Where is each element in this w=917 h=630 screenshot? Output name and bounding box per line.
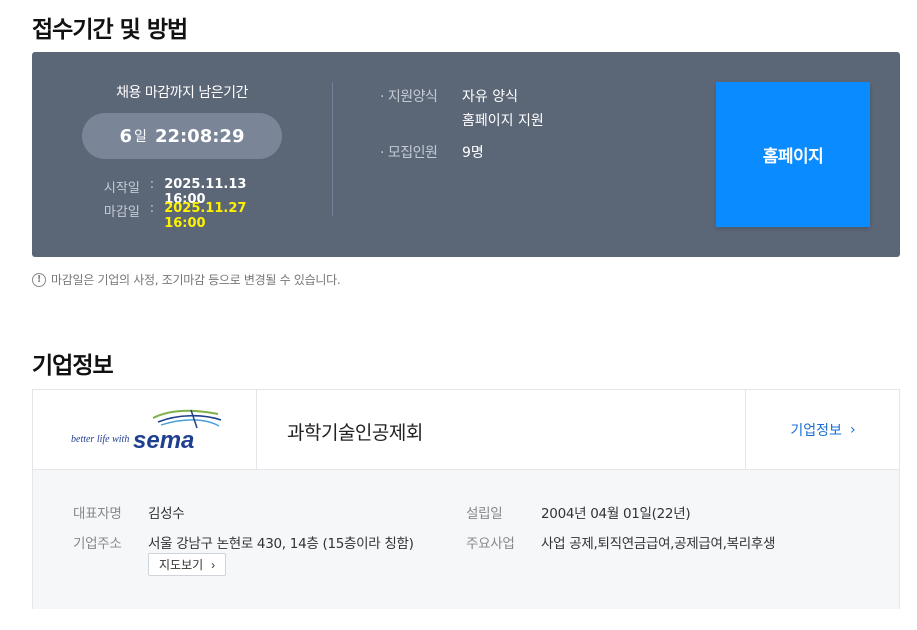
address-row: 기업주소 서울 강남구 논현로 430, 14층 (15층이라 칭함) [73,532,414,552]
founded-label: 설립일 [466,506,503,522]
apply-method-value: 홈페이지 지원 [462,113,544,129]
section-title-application: 접수기간 및 방법 [32,17,188,43]
countdown-days: 6 [119,125,133,147]
company-info-link[interactable]: 기업정보 › [745,390,900,470]
founded-row: 설립일 2004년 04월 01일(22년) [466,502,691,522]
ceo-value: 김성수 [148,506,185,522]
logo-brand: sema [133,427,194,454]
logo-tagline: better life with [71,434,129,445]
section-title-company: 기업정보 [32,353,114,379]
deadline-label: 채용 마감까지 남은기간 [116,85,248,101]
end-date-label: 마감일 [103,205,140,220]
end-date-row: 마감일 : 2025.11.27 16:00 [32,201,332,231]
chevron-right-icon: › [849,422,856,438]
company-info-box: better life with sema 과학기술인공제회 기업정보 › 대표… [32,389,900,609]
openings-row: · 모집인원 9명 [380,141,544,165]
company-info-link-label: 기업정보 [790,423,842,439]
company-details: 대표자명 김성수 기업주소 서울 강남구 논현로 430, 14층 (15층이라… [33,470,899,609]
chevron-right-icon: › [211,557,216,572]
apply-method-value: 자유 양식 [462,89,518,105]
end-date-value: 2025.11.27 16:00 [164,201,247,231]
end-date-colon: : [149,201,155,216]
deadline-notice: ! 마감일은 기업의 사정, 조기마감 등으로 변경될 수 있습니다. [32,271,341,288]
countdown-timer: 6 일 22:08:29 [82,113,282,159]
business-label: 주요사업 [466,536,515,552]
homepage-apply-button[interactable]: 홈페이지 [716,82,870,227]
business-value: 사업 공제,퇴직연금급여,공제급여,복리후생 [541,536,776,552]
info-icon: ! [32,272,46,287]
map-view-button[interactable]: 지도보기 › [148,553,227,576]
countdown-days-unit: 일 [134,129,147,145]
deadline-block: 채용 마감까지 남은기간 6 일 22:08:29 시작일 : 2025.11.… [32,52,332,257]
notice-text: 마감일은 기업의 사정, 조기마감 등으로 변경될 수 있습니다. [51,273,341,287]
ceo-label: 대표자명 [73,506,122,522]
sema-logo-icon: better life with sema [71,409,222,454]
application-panel: 채용 마감까지 남은기간 6 일 22:08:29 시작일 : 2025.11.… [32,52,900,257]
company-header: better life with sema 과학기술인공제회 기업정보 › [33,390,899,470]
company-logo[interactable]: better life with sema [33,390,257,470]
ceo-row: 대표자명 김성수 [73,502,185,522]
apply-info: · 지원양식 자유 양식 홈페이지 지원 · 모집인원 9명 [380,85,544,173]
company-name: 과학기술인공제회 [287,422,423,444]
address-label: 기업주소 [73,536,122,552]
countdown-time: 22:08:29 [154,125,245,147]
openings-value: 9명 [462,145,484,161]
address-value: 서울 강남구 논현로 430, 14층 (15층이라 칭함) [148,536,414,552]
apply-method-row: · 지원양식 자유 양식 홈페이지 지원 [380,85,544,133]
apply-method-label: · 지원양식 [380,89,438,105]
panel-divider [332,82,333,216]
business-row: 주요사업 사업 공제,퇴직연금급여,공제급여,복리후생 [466,532,775,552]
map-view-label: 지도보기 [159,558,204,572]
founded-value: 2004년 04월 01일(22년) [541,506,691,522]
openings-label: · 모집인원 [380,145,438,161]
